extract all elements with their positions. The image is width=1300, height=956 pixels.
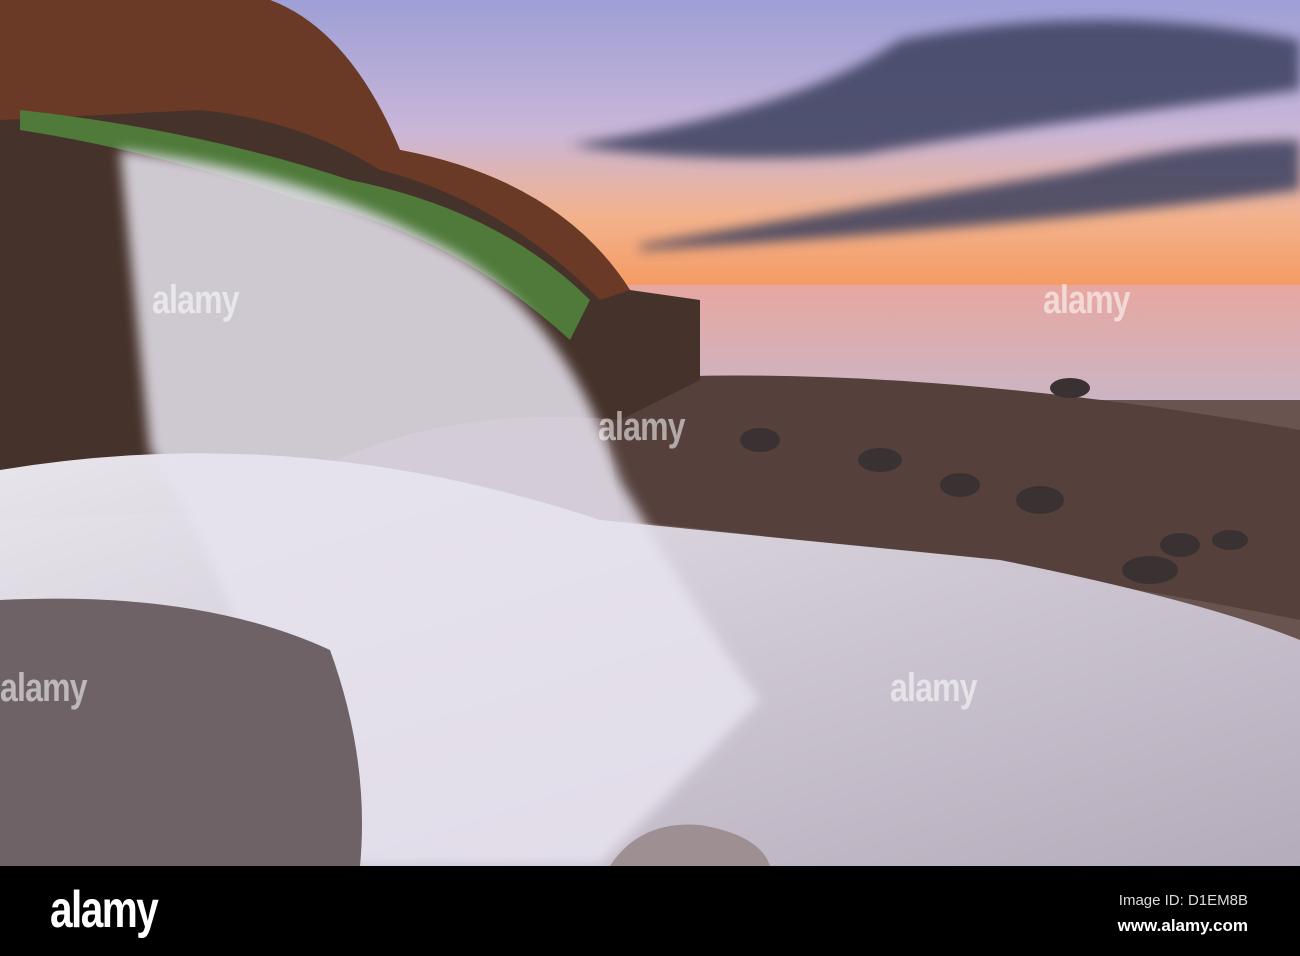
watermark: alamy bbox=[890, 666, 978, 710]
image-id: Image ID: D1EM8B bbox=[1118, 892, 1248, 909]
alamy-logo: alamy bbox=[50, 881, 159, 939]
watermark: alamy bbox=[0, 666, 88, 710]
watermark: alamy bbox=[598, 405, 686, 449]
watermark: alamy bbox=[1043, 278, 1131, 322]
footer-bar: alamy Image ID: D1EM8B www.alamy.com bbox=[0, 866, 1300, 956]
website-link: www.alamy.com bbox=[1117, 916, 1248, 935]
watermark: alamy bbox=[152, 278, 240, 322]
